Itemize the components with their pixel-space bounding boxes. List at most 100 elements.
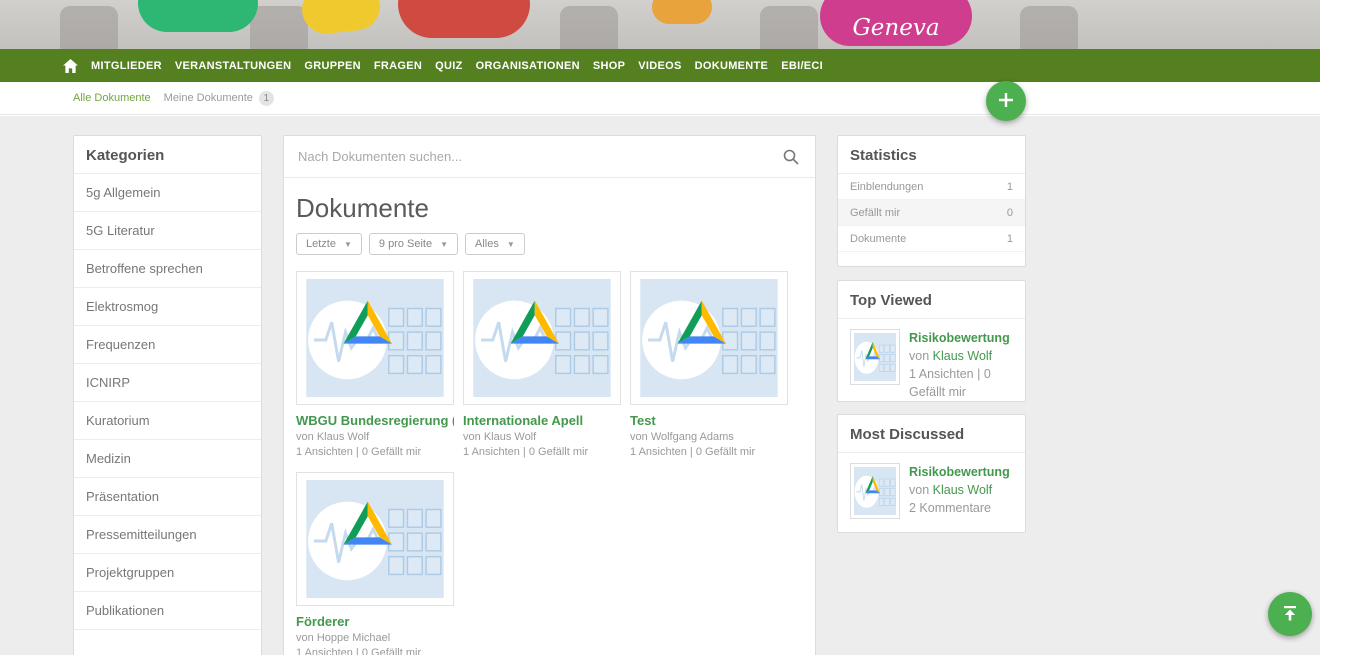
sort-dropdown[interactable]: Letzte ▼ xyxy=(296,233,362,255)
scroll-top-button[interactable] xyxy=(1268,592,1312,636)
category-pressemitteilungen[interactable]: Pressemitteilungen xyxy=(74,516,261,554)
category-frequenzen[interactable]: Frequenzen xyxy=(74,326,261,364)
banner-figure xyxy=(560,6,618,49)
document-thumbnail[interactable] xyxy=(296,271,454,405)
search-icon[interactable] xyxy=(783,149,799,165)
sort-dropdown-label: Letzte xyxy=(306,238,336,250)
document-stats: 1 Ansichten | 0 Gefällt mir xyxy=(630,446,756,458)
my-documents-count-badge: 1 xyxy=(258,90,274,106)
category-betroffene[interactable]: Betroffene sprechen xyxy=(74,250,261,288)
nav-item-gruppen[interactable]: GRUPPEN xyxy=(304,49,361,82)
arrow-up-to-bar-icon xyxy=(1280,603,1300,626)
drive-document-icon xyxy=(638,279,780,397)
my-documents-label: Meine Dokumente xyxy=(163,92,253,104)
document-thumbnail[interactable] xyxy=(850,463,900,519)
nav-item-mitglieder[interactable]: MITGLIEDER xyxy=(91,49,162,82)
tab-all-documents[interactable]: Alle Dokumente xyxy=(73,92,151,104)
banner-figure xyxy=(1020,6,1078,49)
most-discussed-title: Most Discussed xyxy=(838,415,1025,453)
banner-figure xyxy=(60,6,118,49)
document-author: Klaus Wolf xyxy=(483,431,537,443)
banner-figure xyxy=(760,6,818,49)
document-title-link[interactable]: WBGU Bundesregierung (>50... xyxy=(296,413,454,428)
category-icnirp[interactable]: ICNIRP xyxy=(74,364,261,402)
speech-bubble-green xyxy=(138,0,258,32)
drive-document-icon xyxy=(304,480,446,598)
category-5g-allgemein[interactable]: 5g Allgemein xyxy=(74,174,261,212)
nav-item-videos[interactable]: VIDEOS xyxy=(638,49,681,82)
search-input[interactable] xyxy=(284,149,783,164)
nav-item-organisationen[interactable]: ORGANISATIONEN xyxy=(476,49,580,82)
nav-item-shop[interactable]: SHOP xyxy=(593,49,625,82)
author-link[interactable]: Klaus Wolf xyxy=(933,349,993,363)
type-filter-dropdown[interactable]: Alles ▼ xyxy=(465,233,525,255)
page-size-dropdown[interactable]: 9 pro Seite ▼ xyxy=(368,233,459,255)
document-byline: von Klaus Wolf xyxy=(296,431,370,443)
document-subnav: Alle Dokumente Meine Dokumente 1 xyxy=(0,82,1320,115)
document-byline: von Wolfgang Adams xyxy=(630,431,734,443)
document-author: Klaus Wolf xyxy=(316,431,370,443)
nav-item-fragen[interactable]: FRAGEN xyxy=(374,49,422,82)
drive-document-icon xyxy=(471,279,613,397)
nav-item-quiz[interactable]: QUIZ xyxy=(435,49,462,82)
author-link[interactable]: Klaus Wolf xyxy=(933,483,993,497)
filter-bar: Letzte ▼ 9 pro Seite ▼ Alles ▼ xyxy=(296,233,803,255)
document-title-link[interactable]: Risikobewertung 5... xyxy=(909,329,1013,347)
stat-value: 1 xyxy=(1006,232,1013,245)
type-filter-dropdown-label: Alles xyxy=(475,238,499,250)
most-discussed-panel: Most Discussed Risikobewertung 5... von … xyxy=(837,414,1026,533)
category-projektgruppen[interactable]: Projektgruppen xyxy=(74,554,261,592)
drive-document-icon xyxy=(854,467,896,515)
documents-grid: WBGU Bundesregierung (>50... von Klaus W… xyxy=(296,271,803,655)
document-author: Hoppe Michael xyxy=(316,632,391,644)
document-byline: von Klaus Wolf xyxy=(909,483,993,497)
document-thumbnail[interactable] xyxy=(296,472,454,606)
drive-document-icon xyxy=(854,333,896,381)
category-publikationen[interactable]: Publikationen xyxy=(74,592,261,630)
plus-icon xyxy=(998,89,1014,113)
document-thumbnail[interactable] xyxy=(463,271,621,405)
category-praesentation[interactable]: Präsentation xyxy=(74,478,261,516)
home-icon[interactable] xyxy=(63,49,78,82)
main-navigation: MITGLIEDER VERANSTALTUNGEN GRUPPEN FRAGE… xyxy=(0,49,1320,85)
stat-row-gefaellt-mir: Gefällt mir 0 xyxy=(838,200,1025,226)
chevron-down-icon: ▼ xyxy=(440,239,449,249)
speech-bubble-geneva: Geneva xyxy=(820,0,972,46)
nav-item-dokumente[interactable]: DOKUMENTE xyxy=(694,49,769,85)
documents-panel: Dokumente Letzte ▼ 9 pro Seite ▼ Alles ▼… xyxy=(283,135,816,655)
statistics-title: Statistics xyxy=(838,136,1025,174)
document-title-link[interactable]: Test xyxy=(630,413,788,428)
categories-panel: Kategorien 5g Allgemein 5G Literatur Bet… xyxy=(73,135,262,655)
nav-item-ebi-eci[interactable]: EBI/ECI xyxy=(781,49,823,82)
category-elektrosmog[interactable]: Elektrosmog xyxy=(74,288,261,326)
category-kuratorium[interactable]: Kuratorium xyxy=(74,402,261,440)
geneva-text: Geneva xyxy=(852,15,940,41)
category-5g-literatur[interactable]: 5G Literatur xyxy=(74,212,261,250)
nav-item-veranstaltungen[interactable]: VERANSTALTUNGEN xyxy=(175,49,292,82)
document-byline: von Klaus Wolf xyxy=(909,349,993,363)
categories-title: Kategorien xyxy=(74,136,261,174)
document-byline: von Klaus Wolf xyxy=(463,431,537,443)
document-stats: 1 Ansichten | 0 Gefällt mir xyxy=(296,446,422,458)
chevron-down-icon: ▼ xyxy=(343,239,352,249)
add-document-button[interactable] xyxy=(986,81,1026,121)
stat-row-einblendungen: Einblendungen 1 xyxy=(838,174,1025,200)
document-title-link[interactable]: Risikobewertung 5... xyxy=(909,463,1013,481)
category-medizin[interactable]: Medizin xyxy=(74,440,261,478)
document-comments: 2 Kommentare xyxy=(909,501,991,515)
statistics-panel: Statistics Einblendungen 1 Gefällt mir 0… xyxy=(837,135,1026,267)
page-title: Dokumente xyxy=(296,193,429,223)
document-stats: 1 Ansichten | 0 Gefällt mir xyxy=(463,446,589,458)
document-title-link[interactable]: Förderer xyxy=(296,614,454,629)
document-card: Internationale Apell von Klaus Wolf 1 An… xyxy=(463,271,621,458)
document-thumbnail[interactable] xyxy=(630,271,788,405)
banner-image: Geneva xyxy=(0,0,1320,49)
top-viewed-panel: Top Viewed Risikobewertung 5... von Klau… xyxy=(837,280,1026,402)
document-card: Förderer von Hoppe Michael 1 Ansichten |… xyxy=(296,472,454,655)
document-thumbnail[interactable] xyxy=(850,329,900,385)
tab-my-documents[interactable]: Meine Dokumente 1 xyxy=(163,90,274,106)
drive-document-icon xyxy=(304,279,446,397)
category-list: 5g Allgemein 5G Literatur Betroffene spr… xyxy=(74,174,261,630)
document-title-link[interactable]: Internationale Apell xyxy=(463,413,621,428)
top-viewed-title: Top Viewed xyxy=(838,281,1025,319)
